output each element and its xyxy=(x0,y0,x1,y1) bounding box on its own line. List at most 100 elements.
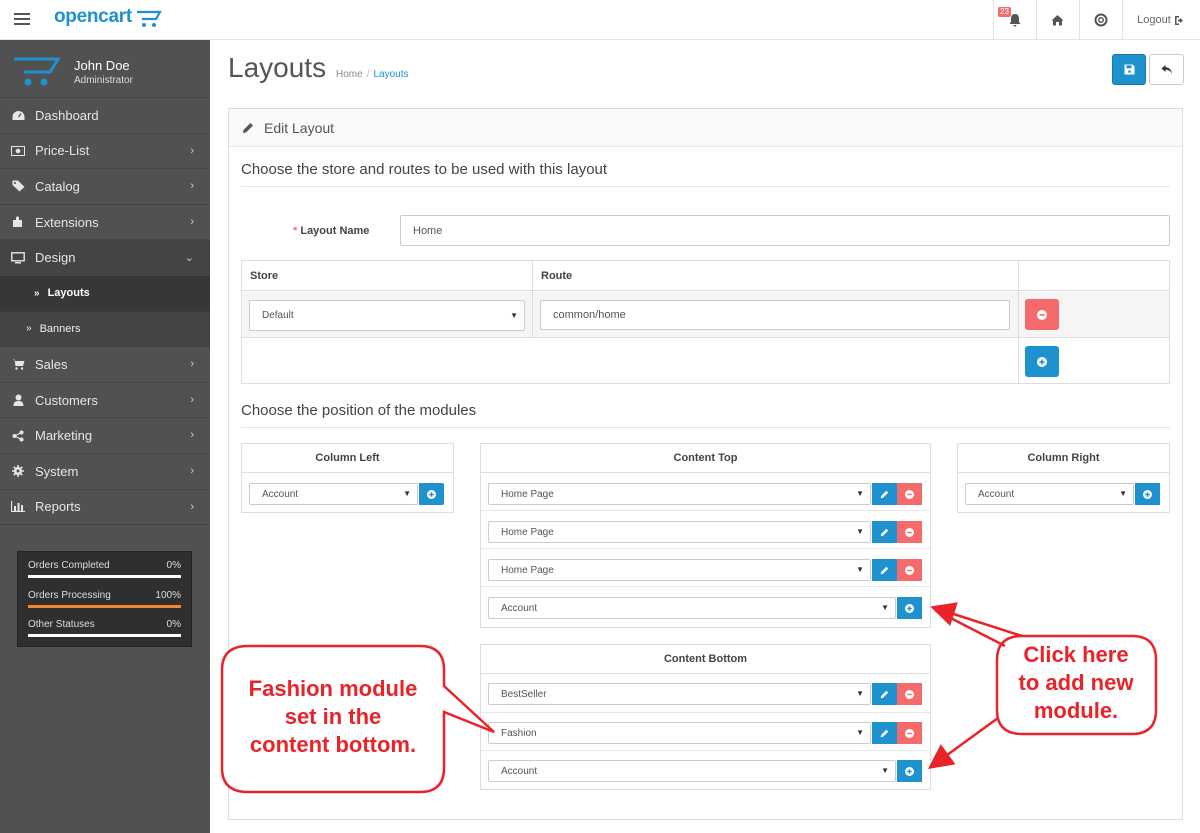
back-button[interactable] xyxy=(1149,54,1184,85)
plus-circle-icon xyxy=(905,766,914,776)
save-icon xyxy=(1124,64,1134,75)
content-bottom-add-module-select[interactable]: Account ▼ xyxy=(488,760,896,782)
pencil-icon xyxy=(243,122,253,133)
pencil-icon xyxy=(880,690,889,698)
module-select-value: Fashion xyxy=(501,727,537,739)
double-chevron-icon: » xyxy=(34,287,40,299)
edit-module-button[interactable] xyxy=(872,483,897,505)
save-button[interactable] xyxy=(1112,54,1146,85)
plus-circle-icon xyxy=(905,603,914,613)
brand-logo[interactable]: opencart xyxy=(54,6,132,28)
stat-label: Other Statuses xyxy=(28,619,95,631)
content-top-module-select[interactable]: Home Page ▼ xyxy=(488,483,871,505)
notifications-button[interactable]: 23 xyxy=(993,0,1035,40)
sidebar-item-label: Sales xyxy=(35,356,68,372)
home-button[interactable] xyxy=(1036,0,1078,40)
module-select-value: BestSeller xyxy=(501,688,547,700)
sidebar-item-customers[interactable]: Customers › xyxy=(0,383,210,419)
callout-line: module. xyxy=(1033,698,1119,723)
edit-module-button[interactable] xyxy=(872,722,897,744)
desktop-icon xyxy=(11,251,25,264)
sidebar-subitem-layouts[interactable]: » Layouts xyxy=(0,275,210,312)
pencil-icon xyxy=(880,729,889,737)
double-chevron-icon: » xyxy=(26,323,32,335)
sidebar-item-design[interactable]: Design ⌄ xyxy=(0,240,210,276)
cog-icon xyxy=(11,465,25,478)
menu-toggle-icon[interactable] xyxy=(14,13,30,27)
sidebar-item-reports[interactable]: Reports › xyxy=(0,490,210,526)
content-bottom-module-select[interactable]: BestSeller ▼ xyxy=(488,683,871,705)
notification-badge: 23 xyxy=(998,7,1011,17)
module-select-value: Account xyxy=(501,602,538,614)
caret-down-icon: ▼ xyxy=(881,603,889,612)
logout-button[interactable]: Logout xyxy=(1122,0,1200,40)
content-top-add-module-select[interactable]: Account ▼ xyxy=(488,597,896,619)
store-select-value: Default xyxy=(262,310,294,321)
legend-store-routes: Choose the store and routes to be used w… xyxy=(241,161,1170,187)
stat-value: 100% xyxy=(155,589,181,601)
breadcrumb-home[interactable]: Home xyxy=(336,69,363,80)
user-profile[interactable]: John Doe Administrator xyxy=(0,40,210,98)
module-select-value: Home Page xyxy=(501,564,554,576)
stat-progress-bar xyxy=(28,575,181,578)
remove-route-button[interactable] xyxy=(1025,299,1059,330)
panel-heading: Edit Layout xyxy=(229,109,1182,147)
sidebar-item-price-list[interactable]: Price-List › xyxy=(0,134,210,170)
help-button[interactable] xyxy=(1079,0,1121,40)
sidebar-item-catalog[interactable]: Catalog › xyxy=(0,169,210,205)
tag-icon xyxy=(11,180,25,192)
minus-circle-icon xyxy=(905,565,914,575)
sidebar-subitem-banners[interactable]: » Banners xyxy=(0,311,210,348)
profile-name: John Doe xyxy=(74,58,130,73)
add-module-button[interactable] xyxy=(419,483,444,505)
add-module-button[interactable] xyxy=(1135,483,1160,505)
remove-module-button[interactable] xyxy=(897,483,922,505)
sidebar-item-label: Extensions xyxy=(35,214,99,230)
content-bottom-module-select[interactable]: Fashion ▼ xyxy=(488,722,871,744)
remove-module-button[interactable] xyxy=(897,521,922,543)
remove-module-button[interactable] xyxy=(897,722,922,744)
minus-circle-icon xyxy=(905,489,914,499)
layout-name-input[interactable]: Home xyxy=(400,215,1170,246)
chevron-down-icon: ⌄ xyxy=(184,252,194,265)
route-input[interactable]: common/home xyxy=(540,300,1010,330)
breadcrumb-layouts[interactable]: Layouts xyxy=(373,69,408,80)
sidebar: John Doe Administrator Dashboard Price-L… xyxy=(0,40,210,833)
store-select[interactable]: Default ▼ xyxy=(249,300,525,331)
top-header: opencart 23 Logout xyxy=(0,0,1200,40)
edit-module-button[interactable] xyxy=(872,559,897,581)
caret-down-icon: ▼ xyxy=(856,728,864,737)
column-left-module-select[interactable]: Account ▼ xyxy=(249,483,418,505)
cart-icon xyxy=(11,359,25,370)
caret-down-icon: ▼ xyxy=(856,689,864,698)
dashboard-icon xyxy=(11,110,25,121)
content-top-module-select[interactable]: Home Page ▼ xyxy=(488,559,871,581)
add-module-button[interactable] xyxy=(897,597,922,619)
content-bottom-title: Content Bottom xyxy=(481,645,930,674)
left-callout-text: Fashion module set in the content bottom… xyxy=(226,675,440,759)
edit-module-button[interactable] xyxy=(872,683,897,705)
profile-cart-icon xyxy=(14,57,61,86)
caret-down-icon: ▼ xyxy=(881,766,889,775)
sidebar-item-sales[interactable]: Sales › xyxy=(0,347,210,383)
sidebar-item-dashboard[interactable]: Dashboard xyxy=(0,98,210,134)
chevron-right-icon: › xyxy=(190,500,194,513)
add-route-button[interactable] xyxy=(1025,346,1059,377)
remove-module-button[interactable] xyxy=(897,559,922,581)
sidebar-item-extensions[interactable]: Extensions › xyxy=(0,205,210,241)
content-top-module-select[interactable]: Home Page ▼ xyxy=(488,521,871,543)
profile-role: Administrator xyxy=(74,75,133,86)
sidebar-item-system[interactable]: System › xyxy=(0,454,210,490)
remove-module-button[interactable] xyxy=(897,683,922,705)
chevron-right-icon: › xyxy=(190,429,194,442)
column-right-module-select[interactable]: Account ▼ xyxy=(965,483,1134,505)
edit-module-button[interactable] xyxy=(872,521,897,543)
plus-circle-icon xyxy=(1143,489,1152,499)
sidebar-item-marketing[interactable]: Marketing › xyxy=(0,418,210,454)
stat-label: Orders Processing xyxy=(28,589,111,601)
caret-down-icon: ▼ xyxy=(856,527,864,536)
puzzle-icon xyxy=(11,216,25,228)
callout-line: Click here xyxy=(1023,642,1129,667)
add-module-button[interactable] xyxy=(897,760,922,782)
sidebar-item-label: Marketing xyxy=(35,428,93,444)
